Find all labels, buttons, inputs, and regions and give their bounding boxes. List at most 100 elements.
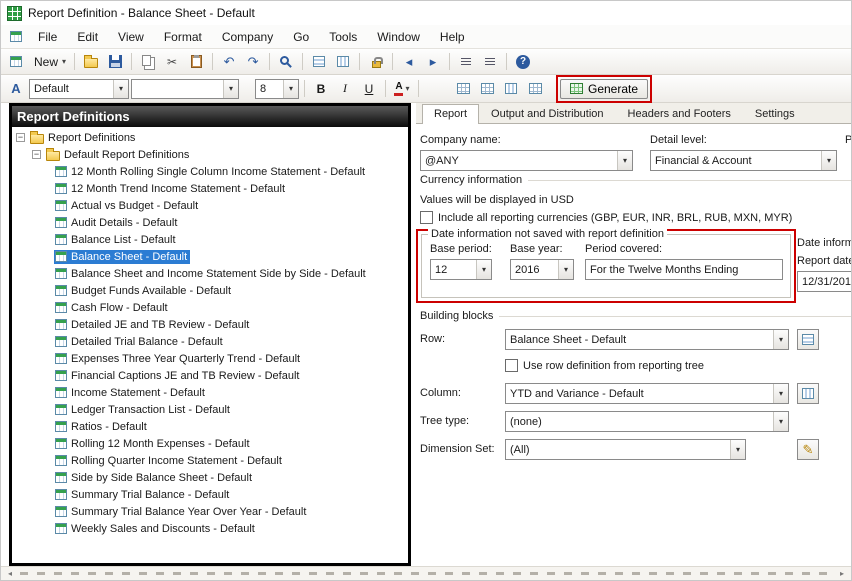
tree-item[interactable]: Weekly Sales and Discounts - Default xyxy=(12,520,408,537)
scroll-right-icon[interactable]: ▸ xyxy=(835,568,849,579)
borders-button[interactable] xyxy=(524,79,546,99)
menu-edit[interactable]: Edit xyxy=(68,27,107,47)
redo-button[interactable]: ↷ xyxy=(242,52,264,72)
period-covered-input[interactable]: For the Twelve Months Ending xyxy=(585,259,783,280)
menu-file[interactable]: File xyxy=(29,27,66,47)
tree-item[interactable]: Detailed JE and TB Review - Default xyxy=(12,316,408,333)
tree-item[interactable]: Side by Side Balance Sheet - Default xyxy=(12,469,408,486)
font-size-select[interactable]: 8 ▾ xyxy=(255,79,299,99)
new-report-icon[interactable] xyxy=(5,52,27,72)
tree-item[interactable]: Financial Captions JE and TB Review - De… xyxy=(12,367,408,384)
detail-level-select[interactable]: Financial & Account ▾ xyxy=(650,150,837,171)
tree-item[interactable]: Rolling Quarter Income Statement - Defau… xyxy=(12,452,408,469)
merge-cells-button[interactable] xyxy=(452,79,474,99)
help-button[interactable]: ? xyxy=(512,52,534,72)
chevron-down-icon: ▾ xyxy=(730,440,745,459)
copy-button[interactable] xyxy=(137,52,159,72)
tree-item[interactable]: Detailed Trial Balance - Default xyxy=(12,333,408,350)
row-definition-select[interactable]: Balance Sheet - Default ▾ xyxy=(505,329,789,350)
menu-window[interactable]: Window xyxy=(368,27,429,47)
tree-item[interactable]: Summary Trial Balance Year Over Year - D… xyxy=(12,503,408,520)
menu-help[interactable]: Help xyxy=(431,27,474,47)
include-currencies-checkbox[interactable] xyxy=(420,211,433,224)
tab-report[interactable]: Report xyxy=(422,104,479,124)
font-style-select[interactable]: ▾ xyxy=(131,79,239,99)
back-button[interactable]: ◂ xyxy=(398,52,420,72)
help-icon: ? xyxy=(516,55,530,69)
tree-folder-default-report-definitions[interactable]: −Default Report Definitions xyxy=(12,146,408,163)
separator xyxy=(212,53,213,70)
menu-tools[interactable]: Tools xyxy=(320,27,366,47)
indent-decrease-button[interactable] xyxy=(455,52,477,72)
dimension-set-select[interactable]: (All) ▾ xyxy=(505,439,746,460)
tree-item-label: Financial Captions JE and TB Review - De… xyxy=(71,370,299,382)
underline-button[interactable]: U xyxy=(358,79,380,99)
tree-item[interactable]: Expenses Three Year Quarterly Trend - De… xyxy=(12,350,408,367)
menu-company[interactable]: Company xyxy=(213,27,282,47)
fonts-button[interactable]: A xyxy=(5,79,27,99)
tree-item[interactable]: Rolling 12 Month Expenses - Default xyxy=(12,435,408,452)
insert-columns-button[interactable] xyxy=(332,52,354,72)
company-name-select[interactable]: @ANY ▾ xyxy=(420,150,633,171)
separator xyxy=(359,53,360,70)
tree-item-label: Detailed JE and TB Review - Default xyxy=(71,319,249,331)
tree-item[interactable]: Income Statement - Default xyxy=(12,384,408,401)
paste-button[interactable] xyxy=(185,52,207,72)
undo-button[interactable]: ↶ xyxy=(218,52,240,72)
indent-increase-button[interactable] xyxy=(479,52,501,72)
find-button[interactable] xyxy=(275,52,297,72)
tree-item[interactable]: 12 Month Trend Income Statement - Defaul… xyxy=(12,180,408,197)
tab-settings[interactable]: Settings xyxy=(743,104,807,123)
column-definition-select[interactable]: YTD and Variance - Default ▾ xyxy=(505,383,789,404)
tab-headers-and-footers[interactable]: Headers and Footers xyxy=(616,104,743,123)
insert-rows-button[interactable] xyxy=(308,52,330,72)
cut-button[interactable]: ✂ xyxy=(161,52,183,72)
report-date-input[interactable]: 12/31/2016 xyxy=(797,271,851,292)
collapse-icon[interactable]: − xyxy=(32,150,41,159)
tab-output-and-distribution[interactable]: Output and Distribution xyxy=(479,104,616,123)
tree-item-label: Budget Funds Available - Default xyxy=(71,285,231,297)
scroll-left-icon[interactable]: ◂ xyxy=(3,568,17,579)
row-tree-checkbox-row: Use row definition from reporting tree xyxy=(505,359,704,372)
tree-item[interactable]: Actual vs Budget - Default xyxy=(12,197,408,214)
italic-button[interactable]: I xyxy=(334,79,356,99)
tree-item[interactable]: Ratios - Default xyxy=(12,418,408,435)
format-table-button[interactable] xyxy=(500,79,522,99)
menu-format[interactable]: Format xyxy=(155,27,211,47)
column-definition-open-button[interactable] xyxy=(797,383,819,404)
tree-item[interactable]: Budget Funds Available - Default xyxy=(12,282,408,299)
scrollbar-track[interactable] xyxy=(20,572,832,575)
base-year-select[interactable]: 2016 ▾ xyxy=(510,259,574,280)
report-window-icon[interactable] xyxy=(10,31,22,42)
dimension-set-edit-button[interactable]: ✎ xyxy=(797,439,819,460)
open-button[interactable] xyxy=(80,52,102,72)
use-row-definition-checkbox[interactable] xyxy=(505,359,518,372)
save-button[interactable] xyxy=(104,52,126,72)
tree-item[interactable]: 12 Month Rolling Single Column Income St… xyxy=(12,163,408,180)
generate-button[interactable]: Generate xyxy=(560,79,648,99)
tree-root[interactable]: −Report Definitions xyxy=(12,129,408,146)
forward-button[interactable]: ▸ xyxy=(422,52,444,72)
menu-go[interactable]: Go xyxy=(284,27,318,47)
horizontal-scrollbar[interactable]: ◂ ▸ xyxy=(1,566,851,580)
tree-item[interactable]: Cash Flow - Default xyxy=(12,299,408,316)
tree-item[interactable]: Ledger Transaction List - Default xyxy=(12,401,408,418)
tree-item[interactable]: Balance Sheet - Default xyxy=(12,248,408,265)
tree-item[interactable]: Audit Details - Default xyxy=(12,214,408,231)
new-button[interactable]: New ▾ xyxy=(29,52,69,72)
font-name-select[interactable]: Default ▾ xyxy=(29,79,129,99)
column-definition-icon xyxy=(802,388,814,399)
split-cells-button[interactable] xyxy=(476,79,498,99)
menu-view[interactable]: View xyxy=(109,27,153,47)
lock-button[interactable] xyxy=(365,52,387,72)
tree-item[interactable]: Summary Trial Balance - Default xyxy=(12,486,408,503)
row-definition-open-button[interactable] xyxy=(797,329,819,350)
collapse-icon[interactable]: − xyxy=(16,133,25,142)
base-period-select[interactable]: 12 ▾ xyxy=(430,259,492,280)
font-color-button[interactable]: A ▾ xyxy=(391,79,413,99)
tree-item[interactable]: Balance Sheet and Income Statement Side … xyxy=(12,265,408,282)
menu-report-icon-slot xyxy=(5,31,27,42)
tree-item[interactable]: Balance List - Default xyxy=(12,231,408,248)
bold-button[interactable]: B xyxy=(310,79,332,99)
tree-type-select[interactable]: (none) ▾ xyxy=(505,411,789,432)
